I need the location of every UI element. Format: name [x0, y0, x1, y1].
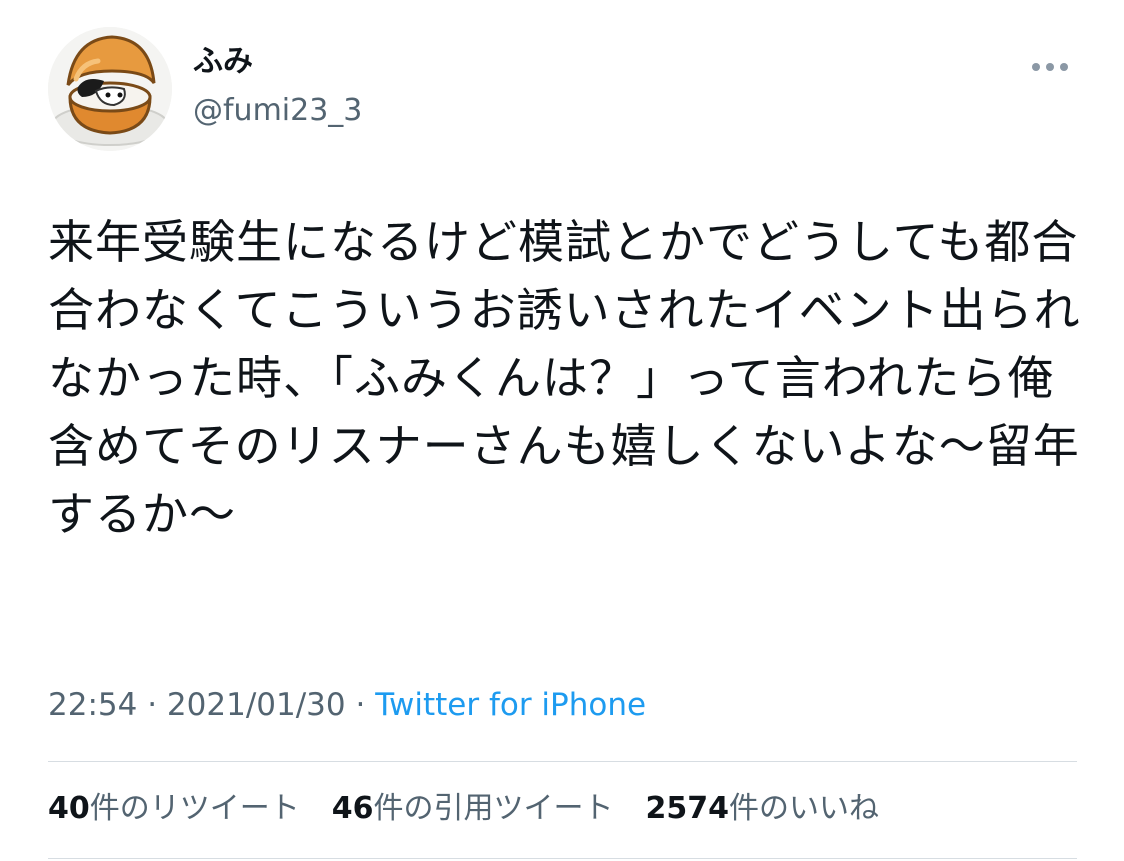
- tweet-stats: 40件のリツイート 46件の引用ツイート 2574件のいいね: [48, 789, 879, 829]
- user-handle[interactable]: @fumi23_3: [193, 93, 362, 129]
- quotes-stat[interactable]: 46件の引用ツイート: [332, 789, 614, 829]
- more-horizontal-icon: [1032, 63, 1040, 71]
- retweets-stat[interactable]: 40件のリツイート: [48, 789, 300, 829]
- tweet-source-link[interactable]: Twitter for iPhone: [375, 687, 646, 723]
- tweet-meta: 22:54 · 2021/01/30 · Twitter for iPhone: [48, 686, 646, 724]
- meta-separator: ·: [355, 687, 366, 723]
- more-horizontal-icon-dot: [1060, 63, 1068, 71]
- more-options-button[interactable]: [1022, 52, 1078, 82]
- divider: [48, 761, 1077, 762]
- tweet-text: 来年受験生になるけど模試とかでどうしても都合合わなくてこういうお誘いされたイベン…: [48, 215, 1081, 541]
- retweets-label: 件のリツイート: [89, 791, 300, 826]
- tweet-date[interactable]: 2021/01/30: [167, 687, 346, 723]
- likes-stat[interactable]: 2574件のいいね: [646, 789, 880, 829]
- likes-count: 2574: [645, 791, 730, 826]
- avatar-image: [48, 27, 172, 151]
- display-name[interactable]: ふみ: [193, 44, 253, 80]
- quotes-label: 件の引用ツイート: [373, 791, 614, 826]
- likes-label: 件のいいね: [729, 791, 879, 826]
- divider: [48, 858, 1077, 859]
- more-horizontal-icon-dot: [1046, 63, 1054, 71]
- tweet-time[interactable]: 22:54: [48, 687, 137, 723]
- avatar[interactable]: [48, 27, 172, 151]
- retweets-count: 40: [48, 791, 90, 826]
- meta-separator: ·: [147, 687, 158, 723]
- quotes-count: 46: [331, 791, 374, 826]
